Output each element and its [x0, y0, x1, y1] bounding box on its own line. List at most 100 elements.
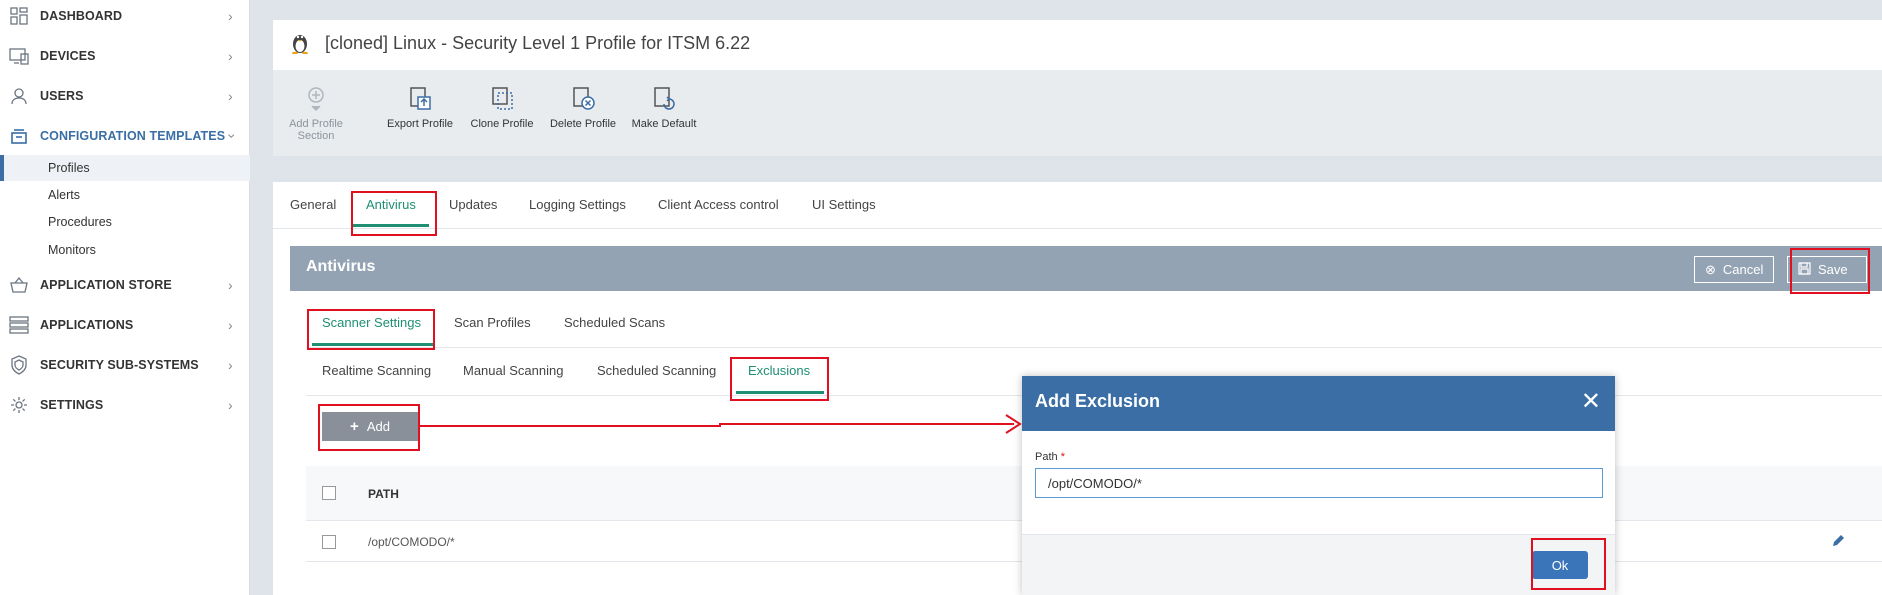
add-label: Add	[366, 419, 390, 434]
scantab-realtime-scanning[interactable]: Realtime Scanning	[322, 363, 431, 378]
shield-icon	[9, 355, 29, 375]
row-checkbox[interactable]	[322, 535, 336, 549]
nav-label: APPLICATIONS	[40, 318, 134, 332]
sidebar-item-monitors[interactable]: Monitors	[0, 237, 250, 263]
profile-title-bar: [cloned] Linux - Security Level 1 Profil…	[273, 20, 1882, 70]
add-section-icon	[308, 87, 324, 112]
path-label: Path	[1035, 451, 1058, 463]
nav-settings[interactable]: SETTINGS ›	[0, 390, 250, 420]
nav-configuration-templates[interactable]: CONFIGURATION TEMPLATES ›	[0, 121, 250, 151]
nav-security-sub-systems[interactable]: SECURITY SUB-SYSTEMS ›	[0, 350, 250, 380]
profile-toolbar: Add Profile Section Export Profile Clone…	[273, 70, 1882, 156]
devices-icon	[9, 46, 29, 66]
nav-users[interactable]: USERS ›	[0, 81, 250, 111]
scantab-scheduled-scanning[interactable]: Scheduled Scanning	[597, 363, 716, 378]
nav-label: SETTINGS	[40, 398, 104, 412]
sidebar-item-procedures[interactable]: Procedures	[0, 209, 250, 235]
delete-profile-button[interactable]: Delete Profile	[546, 84, 620, 130]
export-profile-button[interactable]: Export Profile	[385, 84, 455, 130]
sidebar-item-profiles[interactable]: Profiles	[0, 155, 250, 181]
delete-label: Delete Profile	[549, 118, 617, 130]
path-label-wrap: Path *	[1035, 451, 1065, 463]
divider	[306, 347, 1882, 348]
active-subtab-underline	[312, 343, 434, 346]
add-section-label-2: Section	[297, 130, 335, 142]
clone-icon	[492, 87, 513, 110]
tab-logging-settings[interactable]: Logging Settings	[529, 197, 626, 212]
select-all-checkbox[interactable]	[322, 486, 336, 500]
dialog-header: Add Exclusion ✕	[1022, 376, 1615, 431]
export-icon	[410, 87, 431, 110]
chevron-right-icon: ›	[228, 48, 233, 64]
dialog-title: Add Exclusion	[1035, 391, 1161, 411]
chevron-down-icon: ›	[224, 133, 241, 139]
sub-label: Profiles	[48, 161, 90, 175]
scantab-exclusions[interactable]: Exclusions	[748, 363, 810, 378]
save-button[interactable]: Save	[1787, 256, 1867, 283]
chevron-right-icon: ›	[228, 357, 233, 373]
chevron-right-icon: ›	[228, 317, 233, 333]
sidebar-item-alerts[interactable]: Alerts	[0, 182, 250, 208]
path-input[interactable]	[1035, 468, 1603, 498]
tab-antivirus[interactable]: Antivirus	[366, 197, 416, 212]
gear-icon	[9, 395, 29, 415]
nav-application-store[interactable]: APPLICATION STORE ›	[0, 270, 250, 300]
cancel-button[interactable]: ⊗ Cancel	[1694, 256, 1775, 283]
ok-button[interactable]: Ok	[1532, 551, 1588, 579]
save-label: Save	[1818, 262, 1848, 277]
cancel-icon: ⊗	[1705, 261, 1716, 277]
profile-tabs: General Antivirus Updates Logging Settin…	[273, 182, 1882, 229]
subtab-scan-profiles[interactable]: Scan Profiles	[454, 315, 531, 330]
required-marker: *	[1060, 451, 1065, 463]
path-column-header: PATH	[368, 487, 399, 501]
tab-general[interactable]: General	[290, 197, 336, 212]
nav-dashboard[interactable]: DASHBOARD ›	[0, 1, 250, 31]
add-section-label-1: Add Profile	[289, 118, 343, 130]
active-scantab-underline	[736, 391, 824, 394]
add-exclusion-button[interactable]: + Add	[322, 412, 418, 441]
plus-icon: +	[350, 418, 359, 435]
add-profile-section-button[interactable]: Add Profile Section	[287, 84, 345, 142]
nav-applications[interactable]: APPLICATIONS ›	[0, 310, 250, 340]
nav-label: USERS	[40, 89, 84, 103]
make-default-icon	[654, 87, 675, 110]
clone-label: Clone Profile	[470, 118, 534, 130]
active-tab-underline	[353, 224, 429, 227]
chevron-right-icon: ›	[228, 397, 233, 413]
edit-pencil-icon[interactable]	[1831, 534, 1845, 553]
cancel-label: Cancel	[1722, 262, 1764, 277]
sub-label: Monitors	[48, 243, 96, 257]
applications-icon	[9, 315, 29, 335]
nav-label: DASHBOARD	[40, 9, 123, 23]
dashboard-icon	[9, 6, 29, 26]
nav-label: DEVICES	[40, 49, 96, 63]
page-title: [cloned] Linux - Security Level 1 Profil…	[325, 33, 751, 53]
tab-updates[interactable]: Updates	[449, 197, 497, 212]
add-exclusion-dialog: Add Exclusion ✕ Path * Ok	[1022, 376, 1615, 595]
sub-label: Procedures	[48, 215, 112, 229]
templates-icon	[9, 126, 29, 146]
sub-label: Alerts	[48, 188, 80, 202]
user-icon	[9, 86, 29, 106]
antivirus-header: Antivirus ⊗ Cancel Save	[290, 246, 1882, 291]
subtab-scanner-settings[interactable]: Scanner Settings	[322, 315, 421, 330]
sidebar: DASHBOARD › DEVICES › USERS › CONFIGURAT…	[0, 0, 250, 595]
subtab-scheduled-scans[interactable]: Scheduled Scans	[564, 315, 665, 330]
export-label: Export Profile	[386, 118, 454, 130]
clone-profile-button[interactable]: Clone Profile	[467, 84, 537, 130]
make-default-button[interactable]: Make Default	[627, 84, 701, 130]
row-path: /opt/COMODO/*	[368, 535, 455, 549]
save-icon	[1798, 261, 1811, 278]
nav-label: APPLICATION STORE	[40, 278, 172, 292]
antivirus-title: Antivirus	[306, 258, 376, 275]
nav-label: SECURITY SUB-SYSTEMS	[40, 358, 199, 372]
tab-ui-settings[interactable]: UI Settings	[812, 197, 876, 212]
nav-devices[interactable]: DEVICES ›	[0, 41, 250, 71]
tab-client-access-control[interactable]: Client Access control	[658, 197, 779, 212]
make-default-label: Make Default	[631, 118, 697, 130]
close-icon[interactable]: ✕	[1581, 390, 1601, 414]
basket-icon	[9, 275, 29, 295]
chevron-right-icon: ›	[228, 88, 233, 104]
linux-penguin-icon	[290, 30, 310, 60]
scantab-manual-scanning[interactable]: Manual Scanning	[463, 363, 563, 378]
